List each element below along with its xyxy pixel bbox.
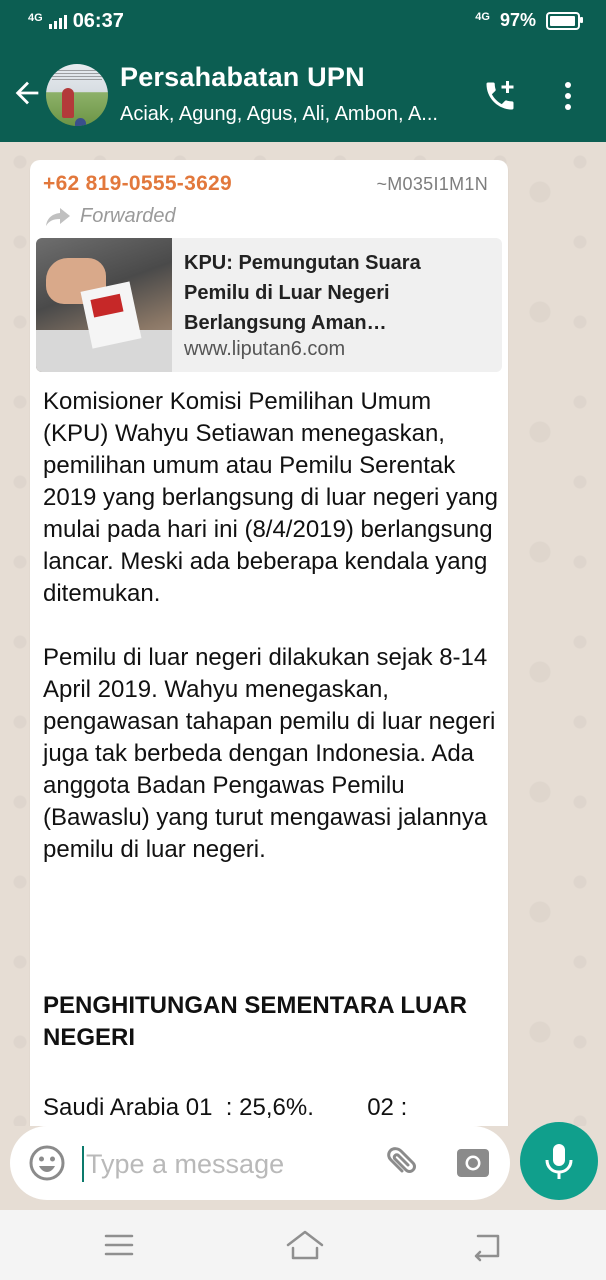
microphone-icon <box>545 1144 573 1179</box>
link-preview-image <box>36 238 172 372</box>
emoji-icon[interactable] <box>28 1144 66 1182</box>
compose-field[interactable] <box>10 1126 510 1200</box>
message-paragraph-1: Komisioner Komisi Pemilihan Umum (KPU) W… <box>43 388 499 607</box>
sender-phone[interactable]: +62 819-0555-3629 <box>43 172 232 196</box>
status-right: 4G 97% <box>475 10 583 31</box>
link-preview-domain: www.liputan6.com <box>184 338 346 360</box>
back-nav-icon[interactable] <box>470 1228 504 1262</box>
network-type-left: 4G <box>28 11 43 24</box>
battery-fill <box>550 15 576 26</box>
message-body: Komisioner Komisi Pemilihan Umum (KPU) W… <box>43 386 503 866</box>
link-preview[interactable]: KPU: Pemungutan Suara Pemilu di Luar Neg… <box>36 238 502 372</box>
signal-icon <box>48 14 67 29</box>
network-type-right: 4G <box>475 10 490 23</box>
chat-area[interactable]: +62 819-0555-3629 ~M035I1M1N Forwarded K… <box>0 142 606 1126</box>
forwarded-text: Forwarded <box>80 205 176 227</box>
arrow-left-icon[interactable] <box>10 76 44 110</box>
status-bar: 4G 06:37 4G 97% <box>0 0 606 46</box>
forwarded-label: Forwarded <box>44 205 176 228</box>
forward-icon <box>46 207 70 226</box>
chat-header: Persahabatan UPN Aciak, Agung, Agus, Ali… <box>0 46 606 142</box>
group-title[interactable]: Persahabatan UPN <box>120 62 365 93</box>
home-icon[interactable] <box>284 1228 326 1262</box>
message-paragraph-2: Pemilu di luar negeri dilakukan sejak 8-… <box>43 644 496 863</box>
message-input[interactable] <box>84 1140 358 1188</box>
more-vert-icon[interactable] <box>556 78 580 114</box>
clock: 06:37 <box>72 10 124 32</box>
camera-icon[interactable] <box>454 1144 492 1182</box>
compose-bar <box>0 1122 606 1210</box>
mic-button[interactable] <box>520 1122 598 1200</box>
hamburger-icon[interactable] <box>102 1228 136 1262</box>
sender-pushname: ~M035I1M1N <box>376 174 488 194</box>
status-left: 4G 06:37 <box>28 10 124 33</box>
group-members[interactable]: Aciak, Agung, Agus, Ali, Ambon, A... <box>120 103 460 126</box>
battery-percent: 97% <box>499 10 536 30</box>
group-avatar[interactable] <box>46 64 108 126</box>
paperclip-icon[interactable] <box>380 1144 418 1182</box>
add-call-icon[interactable] <box>482 78 518 114</box>
message-heading: PENGHITUNGAN SEMENTARA LUAR NEGERI <box>43 992 467 1051</box>
message-results-line: Saudi Arabia 01 : 25,6%. 02 : <box>43 1094 408 1121</box>
link-preview-title: KPU: Pemungutan Suara Pemilu di Luar Neg… <box>184 252 421 334</box>
battery-icon <box>546 11 583 30</box>
message-bubble[interactable]: +62 819-0555-3629 ~M035I1M1N Forwarded K… <box>30 160 508 1126</box>
system-nav-bar <box>0 1210 606 1280</box>
